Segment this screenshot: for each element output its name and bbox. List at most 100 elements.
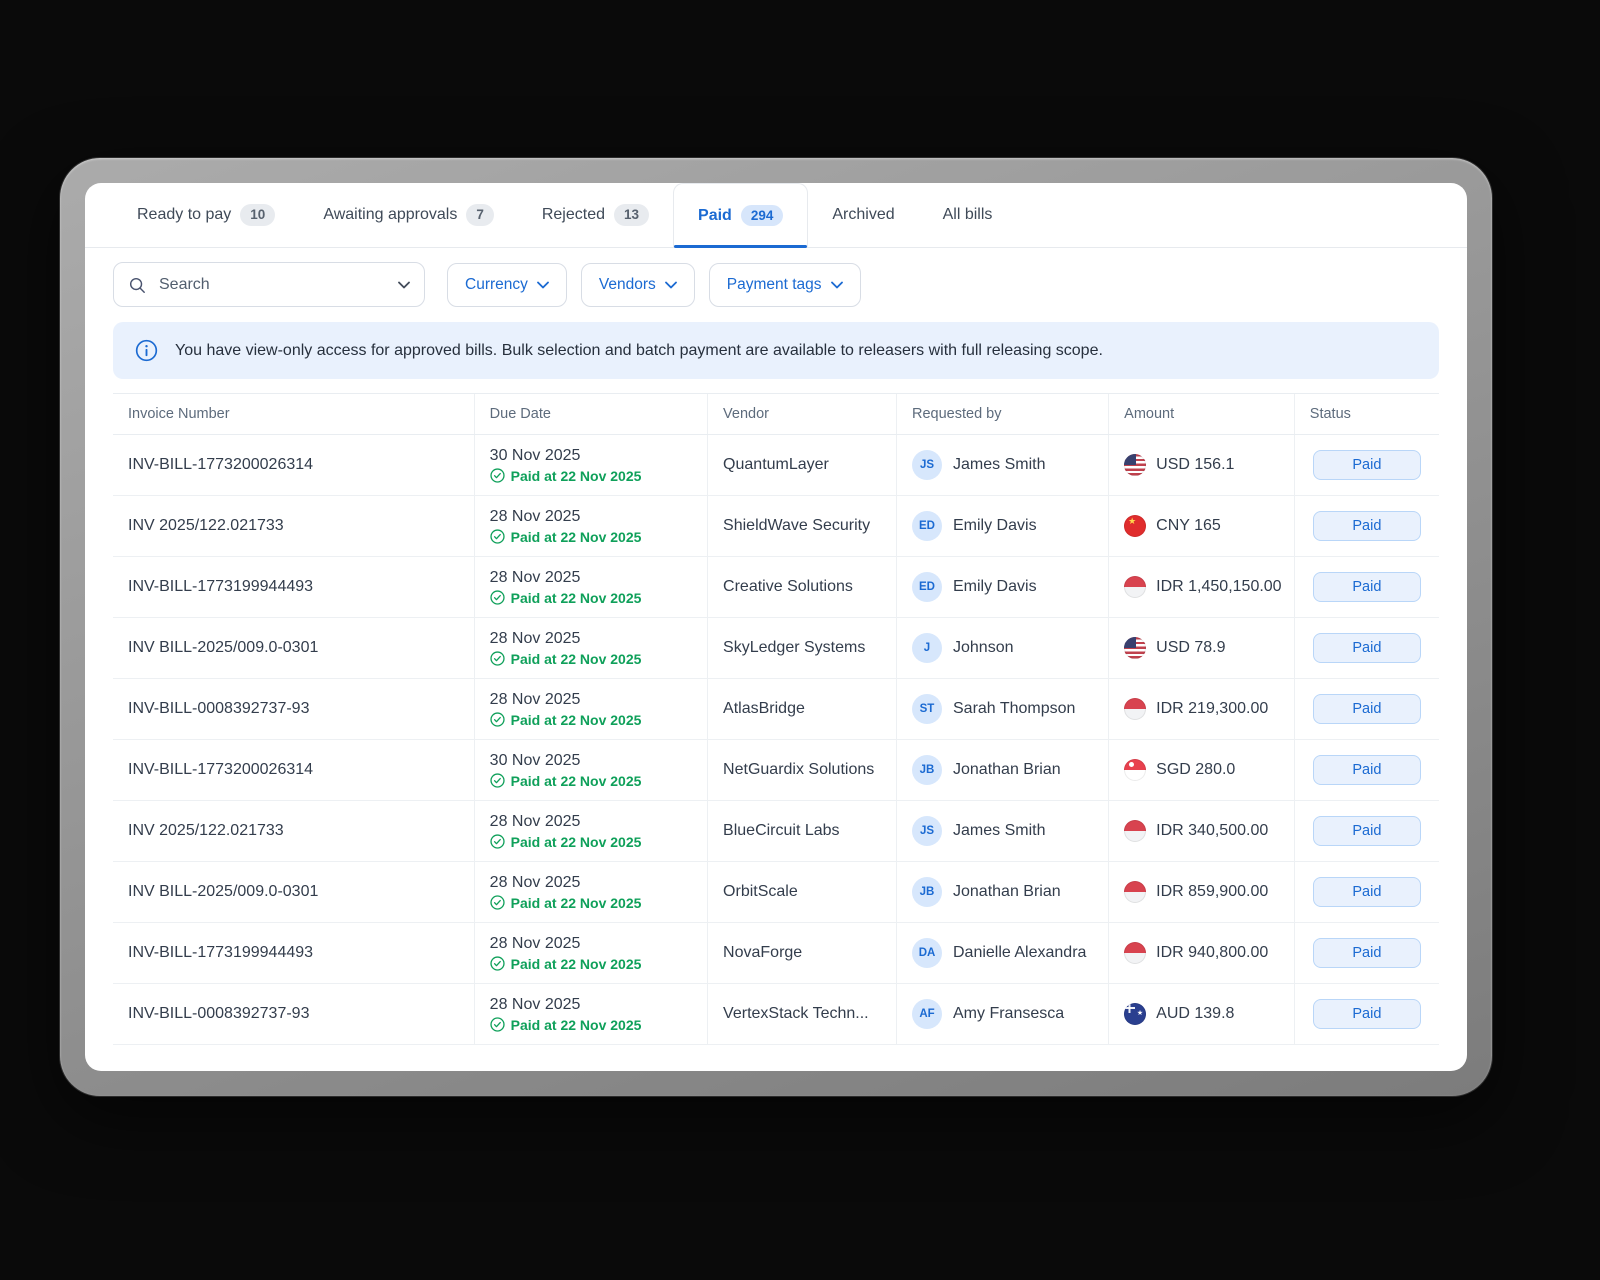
- table-row[interactable]: INV-BILL-1773199944493 28 Nov 2025 Paid …: [113, 557, 1439, 618]
- table-row[interactable]: INV 2025/122.021733 28 Nov 2025 Paid at …: [113, 496, 1439, 557]
- tab[interactable]: Ready to pay 10: [113, 183, 299, 247]
- paid-note-text: Paid at 22 Nov 2025: [511, 468, 642, 484]
- filter-dropdown-label: Currency: [465, 276, 528, 294]
- status-badge[interactable]: Paid: [1313, 633, 1421, 663]
- chevron-down-icon[interactable]: [398, 281, 410, 289]
- amount-cell: AUD 139.8: [1108, 984, 1294, 1044]
- status-badge[interactable]: Paid: [1313, 816, 1421, 846]
- due-date-cell: 28 Nov 2025 Paid at 22 Nov 2025: [474, 496, 707, 556]
- invoice-number: INV 2025/122.021733: [113, 496, 474, 556]
- filter-dropdown-label: Payment tags: [727, 276, 822, 294]
- search-input[interactable]: [157, 275, 387, 295]
- table-body: INV-BILL-1773200026314 30 Nov 2025 Paid …: [113, 435, 1439, 1045]
- device-frame: Ready to pay 10 Awaiting approvals 7 Rej…: [60, 158, 1492, 1096]
- tab-label: Rejected: [542, 206, 605, 224]
- paid-check-icon: [490, 895, 505, 910]
- paid-note: Paid at 22 Nov 2025: [490, 468, 642, 484]
- due-date-cell: 30 Nov 2025 Paid at 22 Nov 2025: [474, 740, 707, 800]
- status-badge[interactable]: Paid: [1313, 877, 1421, 907]
- table-row[interactable]: INV 2025/122.021733 28 Nov 2025 Paid at …: [113, 801, 1439, 862]
- amount-cell: IDR 1,450,150.00: [1108, 557, 1294, 617]
- table-row[interactable]: INV BILL-2025/009.0-0301 28 Nov 2025 Pai…: [113, 618, 1439, 679]
- country-flag-icon: [1124, 576, 1146, 598]
- amount: SGD 280.0: [1156, 761, 1235, 779]
- invoice-number: INV-BILL-1773199944493: [113, 557, 474, 617]
- table-row[interactable]: INV-BILL-1773199944493 28 Nov 2025 Paid …: [113, 923, 1439, 984]
- paid-check-icon: [490, 590, 505, 605]
- status-cell: Paid: [1294, 557, 1439, 617]
- vendor-name: OrbitScale: [707, 862, 896, 922]
- amount: USD 156.1: [1156, 456, 1234, 474]
- table-header: Invoice NumberDue DateVendorRequested by…: [113, 393, 1439, 435]
- status-cell: Paid: [1294, 496, 1439, 556]
- tab-label: Ready to pay: [137, 206, 231, 224]
- paid-check-icon: [490, 468, 505, 483]
- table-row[interactable]: INV-BILL-0008392737-93 28 Nov 2025 Paid …: [113, 679, 1439, 740]
- requester-name: Danielle Alexandra: [953, 944, 1086, 962]
- table-row[interactable]: INV-BILL-0008392737-93 28 Nov 2025 Paid …: [113, 984, 1439, 1045]
- paid-note-text: Paid at 22 Nov 2025: [511, 590, 642, 606]
- vendor-name: QuantumLayer: [707, 435, 896, 495]
- info-banner-text: You have view-only access for approved b…: [175, 342, 1103, 360]
- column-header: Amount: [1108, 394, 1294, 434]
- status-badge[interactable]: Paid: [1313, 938, 1421, 968]
- due-date: 28 Nov 2025: [490, 935, 581, 953]
- requester-name: Sarah Thompson: [953, 700, 1075, 718]
- tab[interactable]: Paid 294: [673, 183, 808, 247]
- tab[interactable]: All bills: [919, 183, 1017, 247]
- search-box[interactable]: [113, 262, 425, 307]
- country-flag-icon: [1124, 942, 1146, 964]
- paid-note: Paid at 22 Nov 2025: [490, 1017, 642, 1033]
- status-badge[interactable]: Paid: [1313, 694, 1421, 724]
- invoice-number: INV-BILL-0008392737-93: [113, 984, 474, 1044]
- due-date: 28 Nov 2025: [490, 569, 581, 587]
- vendor-name: NetGuardix Solutions: [707, 740, 896, 800]
- filter-dropdown[interactable]: Currency: [447, 263, 567, 307]
- status-badge[interactable]: Paid: [1313, 572, 1421, 602]
- table-row[interactable]: INV-BILL-1773200026314 30 Nov 2025 Paid …: [113, 740, 1439, 801]
- requested-by-cell: ED Emily Davis: [896, 557, 1108, 617]
- invoice-number: INV-BILL-1773199944493: [113, 923, 474, 983]
- status-cell: Paid: [1294, 679, 1439, 739]
- paid-note: Paid at 22 Nov 2025: [490, 895, 642, 911]
- filter-dropdown[interactable]: Vendors: [581, 263, 695, 307]
- requester-name: Jonathan Brian: [953, 883, 1061, 901]
- paid-note: Paid at 22 Nov 2025: [490, 590, 642, 606]
- status-badge[interactable]: Paid: [1313, 511, 1421, 541]
- status-cell: Paid: [1294, 923, 1439, 983]
- amount-cell: CNY 165: [1108, 496, 1294, 556]
- avatar: JS: [912, 450, 942, 480]
- due-date: 30 Nov 2025: [490, 752, 581, 770]
- info-banner: You have view-only access for approved b…: [113, 322, 1439, 379]
- paid-check-icon: [490, 773, 505, 788]
- tab[interactable]: Awaiting approvals 7: [299, 183, 518, 247]
- invoice-number: INV BILL-2025/009.0-0301: [113, 618, 474, 678]
- filter-dropdown-label: Vendors: [599, 276, 656, 294]
- amount: IDR 859,900.00: [1156, 883, 1268, 901]
- tab-count-badge: 7: [466, 204, 494, 226]
- avatar: ED: [912, 511, 942, 541]
- bills-table: Invoice NumberDue DateVendorRequested by…: [113, 393, 1439, 1071]
- tab[interactable]: Rejected 13: [518, 183, 673, 247]
- table-row[interactable]: INV-BILL-1773200026314 30 Nov 2025 Paid …: [113, 435, 1439, 496]
- table-row[interactable]: INV BILL-2025/009.0-0301 28 Nov 2025 Pai…: [113, 862, 1439, 923]
- amount: IDR 340,500.00: [1156, 822, 1268, 840]
- requested-by-cell: JS James Smith: [896, 801, 1108, 861]
- status-badge[interactable]: Paid: [1313, 999, 1421, 1029]
- amount: IDR 219,300.00: [1156, 700, 1268, 718]
- avatar: ED: [912, 572, 942, 602]
- requester-name: Emily Davis: [953, 578, 1037, 596]
- due-date: 28 Nov 2025: [490, 691, 581, 709]
- column-header: Vendor: [707, 394, 896, 434]
- requested-by-cell: JB Jonathan Brian: [896, 862, 1108, 922]
- avatar: ST: [912, 694, 942, 724]
- status-badge[interactable]: Paid: [1313, 450, 1421, 480]
- status-badge[interactable]: Paid: [1313, 755, 1421, 785]
- paid-note-text: Paid at 22 Nov 2025: [511, 651, 642, 667]
- paid-note-text: Paid at 22 Nov 2025: [511, 895, 642, 911]
- paid-note-text: Paid at 22 Nov 2025: [511, 712, 642, 728]
- amount: IDR 940,800.00: [1156, 944, 1268, 962]
- country-flag-icon: [1124, 881, 1146, 903]
- filter-dropdown[interactable]: Payment tags: [709, 263, 861, 307]
- tab[interactable]: Archived: [808, 183, 918, 247]
